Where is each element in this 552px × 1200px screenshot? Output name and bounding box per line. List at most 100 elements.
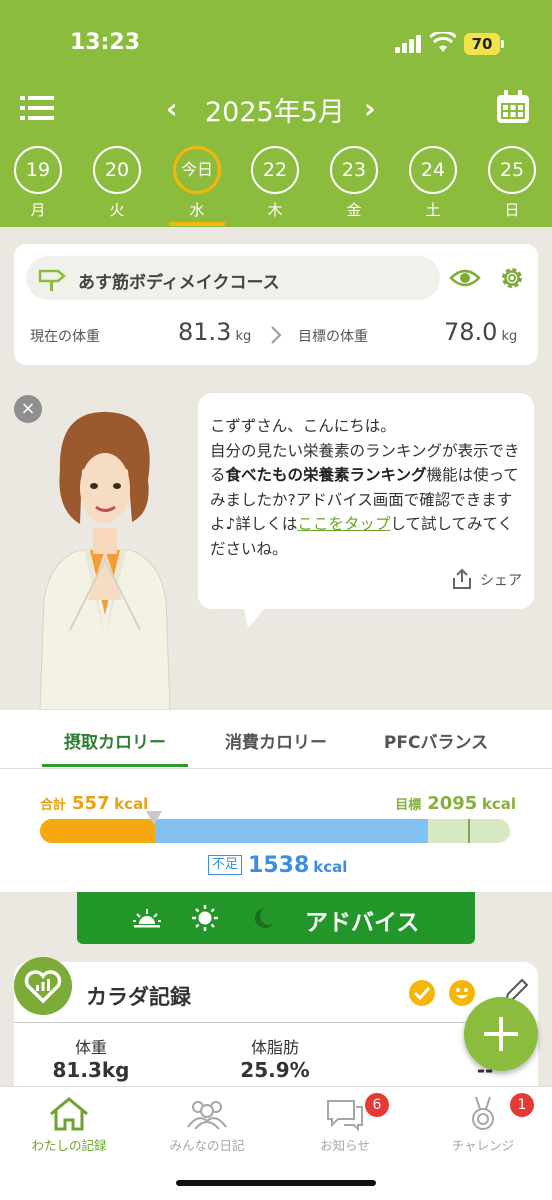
day-number: 25 xyxy=(488,146,536,194)
gear-icon[interactable] xyxy=(498,264,526,292)
advisor-illustration xyxy=(39,411,171,710)
advice-link[interactable]: ここをタップ xyxy=(297,515,390,533)
app-header: 13:23 70 ‹ 2025年5月 › 19 月 20 火 今日水 22 木 23 金… xyxy=(0,0,552,227)
current-weight-label: 現在の体重 xyxy=(30,329,100,345)
next-month-button[interactable]: › xyxy=(364,92,376,125)
status-time: 13:23 xyxy=(70,30,141,55)
menu-icon[interactable] xyxy=(20,94,54,122)
day-24[interactable]: 24 土 xyxy=(407,146,459,220)
heart-chart-icon xyxy=(24,970,62,1004)
day-weekday: 月 xyxy=(30,201,46,219)
calorie-panel: 摂取カロリー 消費カロリー PFCバランス 合計 557 kcal 目標 2095 … xyxy=(0,710,552,892)
plus-icon xyxy=(484,1017,518,1051)
signpost-icon xyxy=(38,269,66,291)
body-record-title: カラダ記録 xyxy=(86,985,191,1009)
weight-unit: kg xyxy=(235,329,252,344)
kcal-unit: kcal xyxy=(481,795,516,813)
sun-icon xyxy=(192,905,218,931)
intake-total: 合計 557 kcal xyxy=(40,793,148,814)
intake-total-label: 合計 xyxy=(40,798,67,813)
share-button[interactable]: シェア xyxy=(450,567,522,594)
advice-bubble: こずずさん、こんにちは。 自分の見たい栄養素のランキングが表示できる食べたもの栄… xyxy=(198,393,534,609)
check-icon[interactable] xyxy=(408,979,436,1007)
nav-label: お知らせ xyxy=(320,1138,370,1153)
weight-unit: kg xyxy=(501,329,518,344)
day-number: 23 xyxy=(330,146,378,194)
prev-month-button[interactable]: ‹ xyxy=(166,92,178,125)
add-record-button[interactable] xyxy=(464,997,538,1071)
course-card: あす筋ボディメイクコース 現在の体重 81.3 kg 目標の体重 78.0 kg xyxy=(14,244,538,365)
sunrise-icon xyxy=(133,909,161,928)
advice-button-label: アドバイス xyxy=(305,910,420,936)
day-weekday: 土 xyxy=(425,201,441,219)
calendar-icon[interactable] xyxy=(496,90,530,124)
moon-icon xyxy=(255,908,273,928)
active-tab-indicator xyxy=(42,764,188,767)
progress-pointer-icon xyxy=(146,811,162,825)
day-number: 20 xyxy=(93,146,141,194)
nav-everyone-diary[interactable]: みんなの日記 xyxy=(138,1095,276,1154)
tab-divider xyxy=(0,768,552,769)
share-label: シェア xyxy=(480,572,522,589)
home-indicator xyxy=(176,1180,376,1186)
share-icon xyxy=(453,568,471,589)
day-number: 今日 xyxy=(173,146,221,194)
people-icon xyxy=(187,1101,227,1130)
medal-icon xyxy=(472,1096,494,1130)
day-today[interactable]: 今日水 xyxy=(171,146,223,220)
course-pill[interactable]: あす筋ボディメイクコース xyxy=(26,256,440,300)
day-number: 24 xyxy=(409,146,457,194)
notification-badge: 6 xyxy=(365,1093,389,1117)
eye-icon[interactable] xyxy=(449,266,481,290)
bubble-tail xyxy=(242,600,272,628)
selected-day-indicator xyxy=(169,222,225,226)
day-22[interactable]: 22 木 xyxy=(249,146,301,220)
kcal-unit: kcal xyxy=(114,795,149,813)
metric-weight-label: 体重 xyxy=(74,1038,107,1057)
shortage-value: 1538 xyxy=(248,853,310,878)
day-number: 19 xyxy=(14,146,62,194)
month-title: 2025年5月 xyxy=(205,97,345,128)
metric-weight-value: 81.3kg xyxy=(52,1058,130,1082)
challenge-badge: 1 xyxy=(510,1093,534,1117)
day-23[interactable]: 23 金 xyxy=(328,146,380,220)
nav-notifications[interactable]: お知らせ xyxy=(276,1095,414,1154)
goal-weight-value: 78.0 kg xyxy=(444,318,517,346)
goal-marker xyxy=(468,819,470,843)
calorie-progress-bar xyxy=(40,819,510,843)
shortage-display: 不足 1538 kcal xyxy=(208,853,347,878)
battery-tip xyxy=(501,40,504,48)
day-weekday: 火 xyxy=(109,201,125,219)
advice-button[interactable]: アドバイス xyxy=(77,892,475,944)
shortage-bar-fill xyxy=(155,819,428,843)
intake-goal-value: 2095 xyxy=(427,793,478,814)
wifi-icon xyxy=(430,32,456,52)
nav-label: チャレンジ xyxy=(451,1138,515,1153)
home-icon xyxy=(50,1097,88,1131)
tab-burned-calorie[interactable]: 消費カロリー xyxy=(203,728,349,753)
advice-greeting: こずずさん、こんにちは。 xyxy=(210,417,396,435)
day-20[interactable]: 20 火 xyxy=(91,146,143,220)
metric-bodyfat-label: 体脂肪 xyxy=(250,1038,299,1057)
nav-label: わたしの記録 xyxy=(31,1138,107,1153)
intake-total-value: 557 xyxy=(72,793,110,814)
intake-bar-fill xyxy=(40,819,155,843)
shortage-label: 不足 xyxy=(208,855,243,875)
day-number: 22 xyxy=(251,146,299,194)
kcal-unit: kcal xyxy=(313,858,348,876)
day-25[interactable]: 25 日 xyxy=(486,146,538,220)
day-weekday: 水 xyxy=(189,201,205,219)
heart-badge xyxy=(14,957,72,1015)
course-name: あす筋ボディメイクコース xyxy=(78,273,280,293)
intake-goal: 目標 2095 kcal xyxy=(395,793,516,814)
day-19[interactable]: 19 月 xyxy=(12,146,64,220)
nav-my-record[interactable]: わたしの記録 xyxy=(0,1095,138,1154)
nav-label: みんなの日記 xyxy=(169,1138,245,1153)
tab-intake-calorie[interactable]: 摂取カロリー xyxy=(42,728,188,753)
day-weekday: 日 xyxy=(504,201,520,219)
battery-indicator: 70 xyxy=(464,33,500,55)
intake-goal-label: 目標 xyxy=(395,798,422,813)
tab-pfc-balance[interactable]: PFCバランス xyxy=(363,728,509,753)
day-weekday: 金 xyxy=(346,201,362,219)
goal-weight-label: 目標の体重 xyxy=(298,329,368,345)
